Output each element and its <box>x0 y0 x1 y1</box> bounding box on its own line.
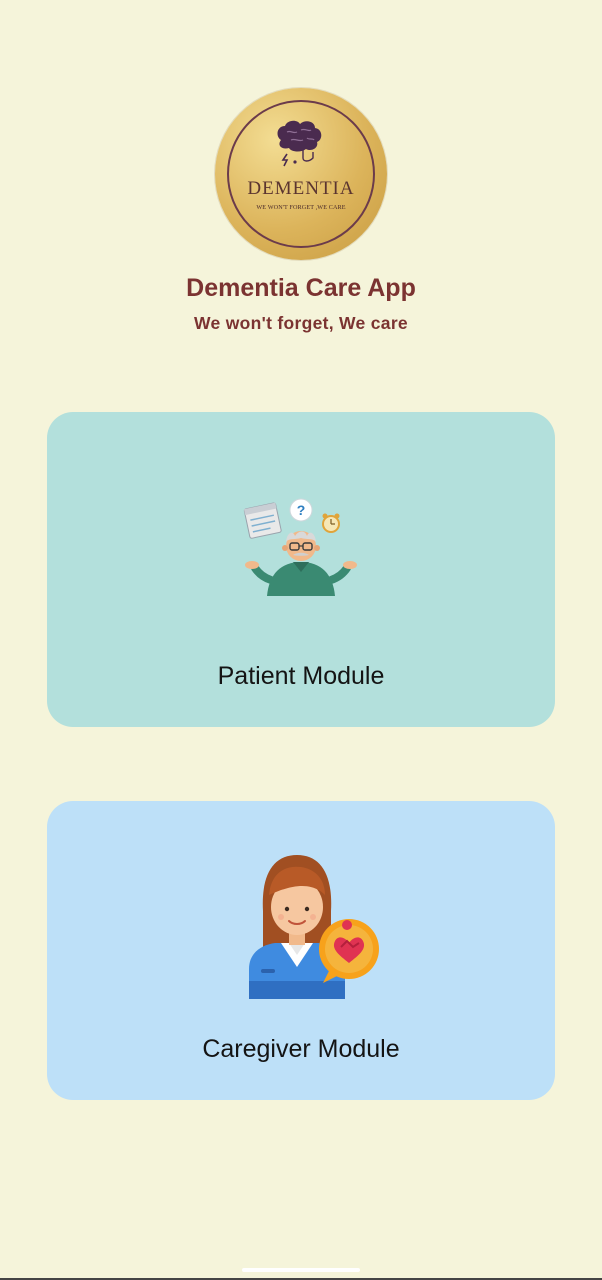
app-logo: DEMENTIA WE WON'T FORGET ,WE CARE <box>215 88 387 260</box>
brain-icon <box>277 120 322 167</box>
app-subtitle: We won't forget, We care <box>194 313 408 333</box>
caregiver-woman-heart-icon <box>249 855 379 999</box>
app-title: Dementia Care App <box>186 274 416 302</box>
caregiver-module-card[interactable]: Caregiver Module <box>47 801 555 1100</box>
patient-module-label: Patient Module <box>217 662 385 690</box>
caregiver-module-label: Caregiver Module <box>202 1035 400 1063</box>
home-indicator[interactable] <box>242 1268 360 1272</box>
patient-module-card[interactable]: ? Patient Module <box>47 412 555 727</box>
confused-elderly-man-icon: ? <box>243 498 357 596</box>
svg-text:?: ? <box>297 502 306 518</box>
logo-tagline: WE WON'T FORGET ,WE CARE <box>256 204 346 211</box>
logo-name: DEMENTIA <box>247 178 355 199</box>
